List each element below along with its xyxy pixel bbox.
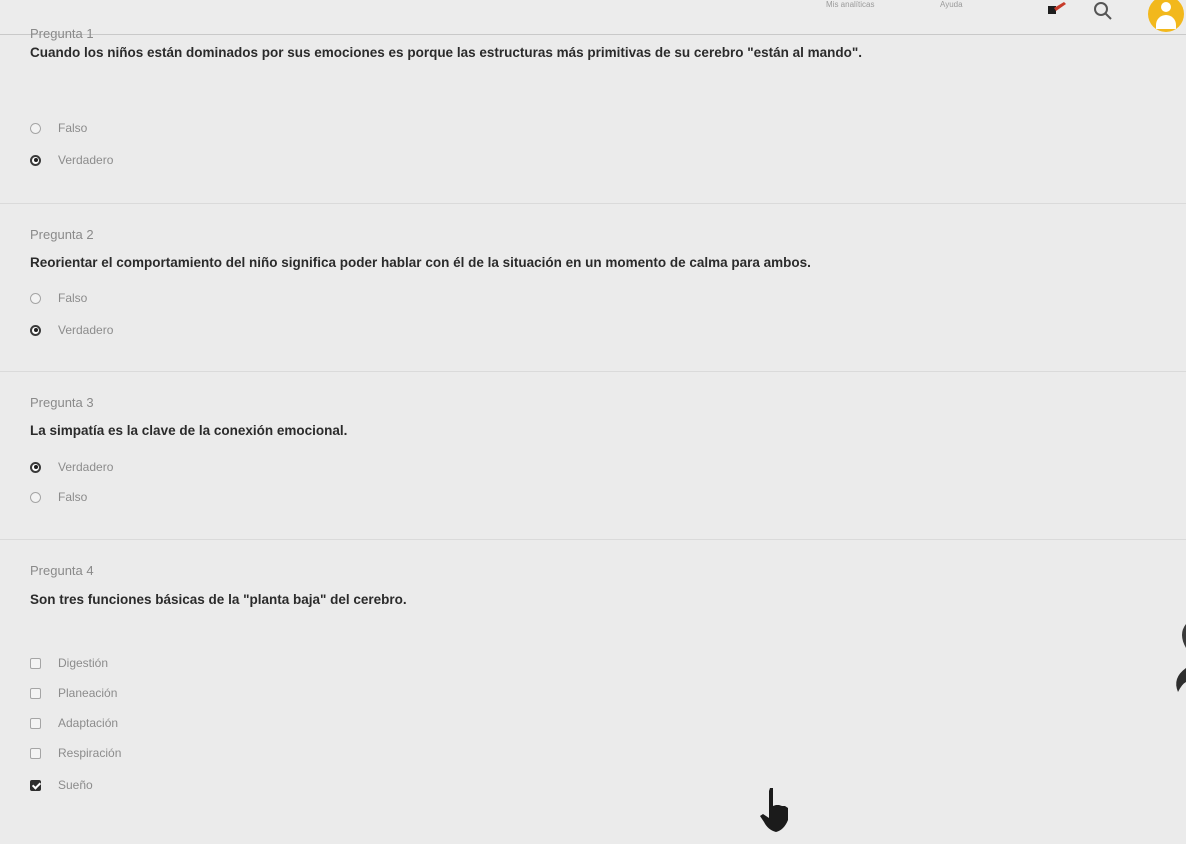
question-text: Reorientar el comportamiento del niño si… [30,255,811,270]
option-label: Respiración [58,746,122,760]
radio-button[interactable] [30,491,41,503]
option-label: Sueño [58,778,93,792]
question-text: Cuando los niños están dominados por sus… [30,45,863,60]
option-adaptacion[interactable]: Adaptación [30,714,118,732]
hand-cursor-icon [758,788,798,834]
question-number: Pregunta 2 [30,227,94,242]
option-label: Falso [58,121,88,135]
option-label: Verdadero [58,460,114,474]
checkbox[interactable] [30,687,41,699]
checkbox-checked[interactable] [30,779,41,791]
option-sueno[interactable]: Sueño [30,776,93,794]
option-verdadero[interactable]: Verdadero [30,458,113,476]
radio-button-selected[interactable] [30,461,41,473]
option-falso[interactable]: Falso [30,289,87,307]
option-respiracion[interactable]: Respiración [30,744,121,762]
divider [0,539,1186,540]
option-falso[interactable]: Falso [30,488,87,506]
question-number: Pregunta 4 [30,563,94,578]
option-label: Digestión [58,656,109,670]
option-falso[interactable]: Falso [30,119,87,137]
help-link[interactable]: Ayuda [940,0,963,9]
search-icon[interactable] [1092,0,1114,22]
avatar-body-icon [1156,15,1176,29]
divider [0,371,1186,372]
notification-icon[interactable] [1046,2,1068,16]
radio-button-selected[interactable] [30,154,41,166]
option-label: Verdadero [58,153,114,167]
radio-button[interactable] [30,122,41,134]
divider [0,203,1186,204]
option-label: Falso [58,291,88,305]
checkbox[interactable] [30,747,41,759]
radio-button-selected[interactable] [30,324,41,336]
option-planeacion[interactable]: Planeación [30,684,117,702]
top-navigation-bar: Mis analíticas Ayuda [0,0,1186,35]
checkbox[interactable] [30,657,41,669]
user-avatar[interactable] [1148,0,1184,32]
option-label: Falso [58,490,88,504]
checkbox[interactable] [30,717,41,729]
option-verdadero[interactable]: Verdadero [30,151,113,169]
question-number: Pregunta 1 [30,26,94,41]
question-text: La simpatía es la clave de la conexión e… [30,423,348,438]
option-verdadero[interactable]: Verdadero [30,321,113,339]
question-number: Pregunta 3 [30,395,94,410]
option-label: Verdadero [58,323,114,337]
floating-widget-edge[interactable] [1172,624,1186,720]
question-text: Son tres funciones básicas de la "planta… [30,592,407,607]
avatar-head-icon [1161,2,1171,12]
option-digestion[interactable]: Digestión [30,654,108,672]
option-label: Planeación [58,686,118,700]
analytics-link[interactable]: Mis analíticas [826,0,874,9]
radio-button[interactable] [30,292,41,304]
option-label: Adaptación [58,716,119,730]
